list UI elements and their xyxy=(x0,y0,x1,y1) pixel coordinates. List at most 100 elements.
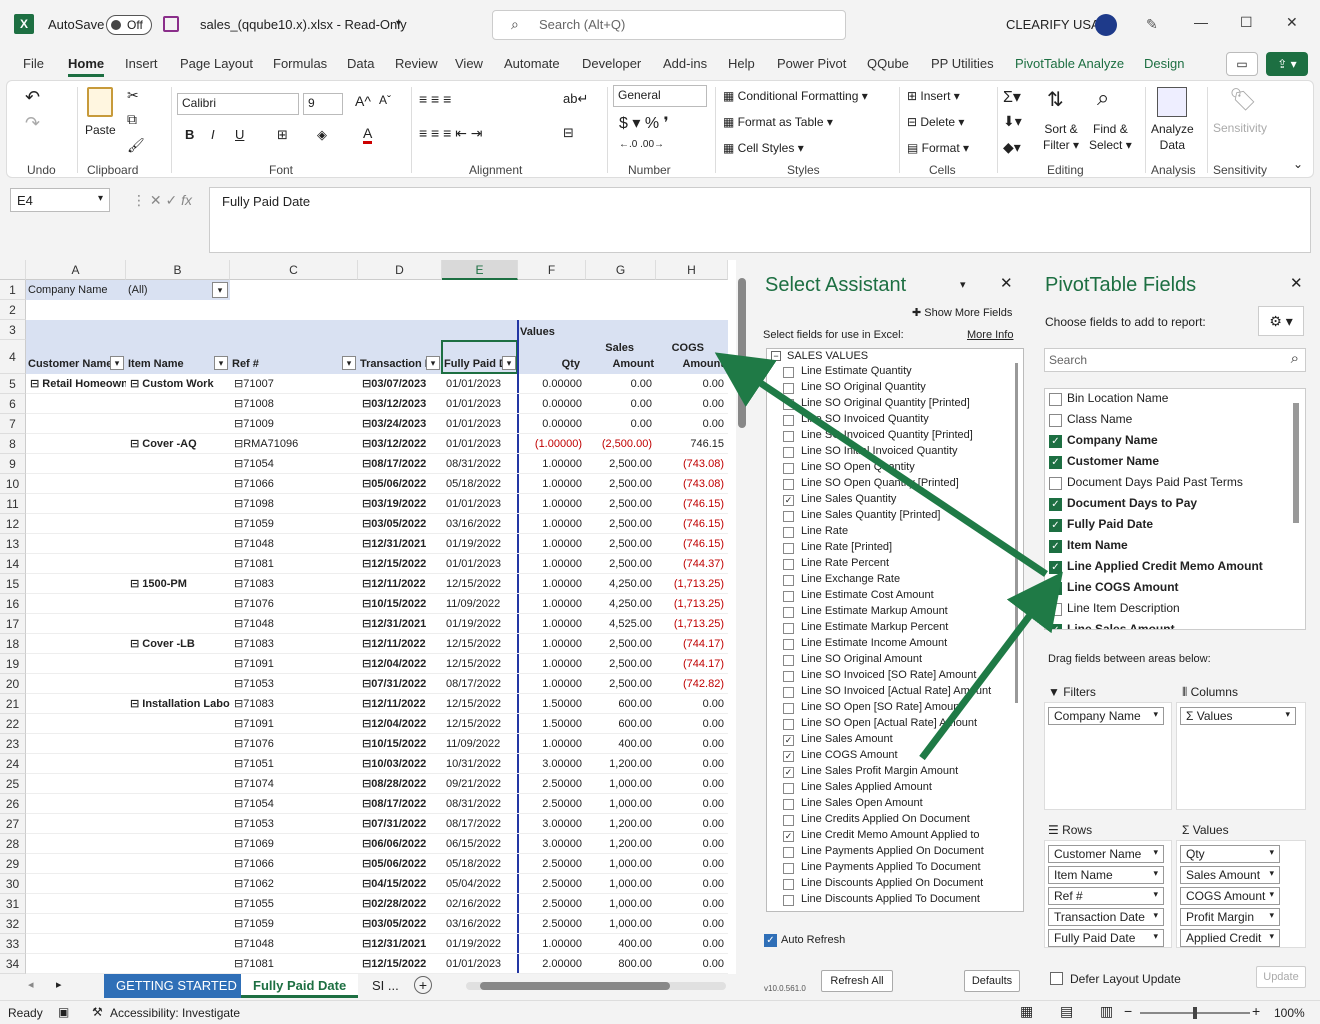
cell-cogs-amount[interactable]: 0.00 xyxy=(656,854,726,874)
chevron-down-icon[interactable]: ▾ xyxy=(396,18,401,29)
row-header[interactable]: 19 xyxy=(0,654,26,674)
cell-sales-amount[interactable]: 400.00 xyxy=(586,934,654,954)
cell-qty[interactable]: 1.50000 xyxy=(518,694,584,714)
cell-cogs-amount[interactable]: (743.08) xyxy=(656,454,726,474)
italic-icon[interactable]: I xyxy=(211,127,215,142)
cell-fully-paid-date[interactable]: 01/01/2023 xyxy=(444,374,518,394)
cell-cogs-amount[interactable]: 0.00 xyxy=(656,874,726,894)
row-header[interactable]: 33 xyxy=(0,934,26,954)
cell-transaction-date[interactable]: ⊟10/15/2022 xyxy=(360,734,442,754)
field-checkbox[interactable] xyxy=(783,383,794,394)
update-button[interactable]: Update xyxy=(1256,966,1306,988)
share-button[interactable]: ⇪ ▾ xyxy=(1266,52,1308,76)
cell-item-name[interactable]: ⊟ Installation Labor xyxy=(128,694,230,714)
field-checkbox[interactable] xyxy=(783,511,794,522)
column-header-a[interactable]: A xyxy=(26,260,126,280)
close-icon[interactable]: ✕ xyxy=(1000,274,1013,292)
tab-data[interactable]: Data xyxy=(347,56,374,71)
close-icon[interactable]: ✕ xyxy=(1290,274,1303,292)
cell-fully-paid-date[interactable]: 08/17/2022 xyxy=(444,674,518,694)
scroll-thumb[interactable] xyxy=(738,278,746,428)
table-row[interactable]: ⊟71048 ⊟12/31/2021 01/19/2022 1.00000 4,525.… xyxy=(26,614,728,634)
assistant-field-item[interactable]: Line COGS Amount xyxy=(801,749,898,761)
cell-sales-amount[interactable]: 2,500.00 xyxy=(586,514,654,534)
field-checkbox[interactable] xyxy=(783,447,794,458)
cell-transaction-date[interactable]: ⊟12/31/2021 xyxy=(360,934,442,954)
row-header[interactable]: 8 xyxy=(0,434,26,454)
row-header[interactable]: 15 xyxy=(0,574,26,594)
area-field-chip[interactable]: Ref # ▾ xyxy=(1048,887,1164,905)
cell-sales-amount[interactable]: 1,200.00 xyxy=(586,814,654,834)
field-checkbox[interactable]: ✓ xyxy=(783,767,794,778)
cell-qty[interactable]: 1.00000 xyxy=(518,634,584,654)
cell-cogs-amount[interactable]: (1,713.25) xyxy=(656,614,726,634)
align-top-icon[interactable]: ≡ ≡ ≡ xyxy=(419,91,451,107)
cell-fully-paid-date[interactable]: 11/09/2022 xyxy=(444,734,518,754)
filters-area[interactable]: Company Name ▾ xyxy=(1044,702,1172,810)
cell-cogs-amount[interactable]: 0.00 xyxy=(656,894,726,914)
find-select-button[interactable]: Find & Select ▾ xyxy=(1089,121,1132,153)
cell-customer-name[interactable]: ⊟ Retail Homeown xyxy=(28,374,126,394)
vertical-scrollbar[interactable] xyxy=(736,264,748,974)
tab-file[interactable]: File xyxy=(23,56,44,71)
tab-help[interactable]: Help xyxy=(728,56,755,71)
cell-transaction-date[interactable]: ⊟12/11/2022 xyxy=(360,574,442,594)
columns-area[interactable]: Σ Values ▾ xyxy=(1176,702,1306,810)
autosum-icon[interactable]: Σ▾ xyxy=(1003,87,1021,107)
cell-ref[interactable]: ⊟71008 xyxy=(232,394,356,414)
cell-ref[interactable]: ⊟71059 xyxy=(232,914,356,934)
table-row[interactable]: ⊟71054 ⊟08/17/2022 08/31/2022 2.50000 1,000.… xyxy=(26,794,728,814)
cell-cogs-amount[interactable]: (1,713.25) xyxy=(656,574,726,594)
cell-sales-amount[interactable]: 2,500.00 xyxy=(586,534,654,554)
cell-qty[interactable]: 3.00000 xyxy=(518,834,584,854)
assistant-field-item[interactable]: Line SO Original Quantity [Printed] xyxy=(801,397,970,409)
cell-sales-amount[interactable]: 2,500.00 xyxy=(586,674,654,694)
table-row[interactable]: ⊟71091 ⊟12/04/2022 12/15/2022 1.50000 600.00… xyxy=(26,714,728,734)
cell-ref[interactable]: ⊟71083 xyxy=(232,694,356,714)
cell-fully-paid-date[interactable]: 05/18/2022 xyxy=(444,474,518,494)
macro-icon[interactable]: ▣ xyxy=(58,1005,69,1019)
assistant-field-item[interactable]: Line Rate [Printed] xyxy=(801,541,892,553)
field-checkbox[interactable] xyxy=(783,655,794,666)
area-field-chip[interactable]: Σ Values ▾ xyxy=(1180,707,1296,725)
row-header[interactable]: 25 xyxy=(0,774,26,794)
assistant-field-item[interactable]: Line Discounts Applied On Document xyxy=(801,877,983,889)
cell-fully-paid-date[interactable]: 01/01/2023 xyxy=(444,394,518,414)
cell-fully-paid-date[interactable]: 10/31/2022 xyxy=(444,754,518,774)
cell-transaction-date[interactable]: ⊟03/05/2022 xyxy=(360,914,442,934)
field-checkbox[interactable] xyxy=(783,431,794,442)
cell-qty[interactable]: 1.00000 xyxy=(518,494,584,514)
gear-icon[interactable]: ⚙ ▾ xyxy=(1258,306,1304,336)
cell-qty[interactable]: 1.00000 xyxy=(518,474,584,494)
cell-cogs-amount[interactable]: 746.15 xyxy=(656,434,726,454)
cell-ref[interactable]: ⊟71076 xyxy=(232,594,356,614)
field-checkbox[interactable] xyxy=(783,559,794,570)
assistant-field-item[interactable]: Line Sales Applied Amount xyxy=(801,781,932,793)
cell-transaction-date[interactable]: ⊟12/15/2022 xyxy=(360,954,442,974)
normal-view-icon[interactable]: ▦ xyxy=(1020,1003,1033,1020)
cell-fully-paid-date[interactable]: 03/16/2022 xyxy=(444,514,518,534)
pivot-field-item[interactable]: Class Name xyxy=(1067,412,1132,426)
area-field-chip[interactable]: Sales Amount ▾ xyxy=(1180,866,1280,884)
cell-fully-paid-date[interactable]: 08/31/2022 xyxy=(444,794,518,814)
row-header[interactable]: 20 xyxy=(0,674,26,694)
field-checkbox[interactable] xyxy=(783,719,794,730)
cell-ref[interactable]: ⊟71066 xyxy=(232,854,356,874)
table-row[interactable]: ⊟71062 ⊟04/15/2022 05/04/2022 2.50000 1,000.… xyxy=(26,874,728,894)
cell-transaction-date[interactable]: ⊟08/17/2022 xyxy=(360,454,442,474)
field-checkbox[interactable] xyxy=(783,895,794,906)
cell-qty[interactable]: 1.50000 xyxy=(518,714,584,734)
cell-sales-amount[interactable]: 4,250.00 xyxy=(586,594,654,614)
cell-ref[interactable]: ⊟71053 xyxy=(232,814,356,834)
cell-qty[interactable]: 3.00000 xyxy=(518,814,584,834)
merge-icon[interactable]: ⊟ xyxy=(563,125,574,141)
tab-add-ins[interactable]: Add-ins xyxy=(663,56,707,71)
field-checkbox[interactable] xyxy=(783,863,794,874)
assistant-field-item[interactable]: Line SO Invoiced Quantity [Printed] xyxy=(801,429,973,441)
cell-cogs-amount[interactable]: (746.15) xyxy=(656,494,726,514)
table-row[interactable]: ⊟71081 ⊟12/15/2022 01/01/2023 2.00000 800.00… xyxy=(26,954,728,974)
row-header[interactable]: 32 xyxy=(0,914,26,934)
field-checkbox[interactable] xyxy=(783,399,794,410)
assistant-field-item[interactable]: Line Sales Quantity xyxy=(801,493,896,505)
cell-ref[interactable]: ⊟71074 xyxy=(232,774,356,794)
